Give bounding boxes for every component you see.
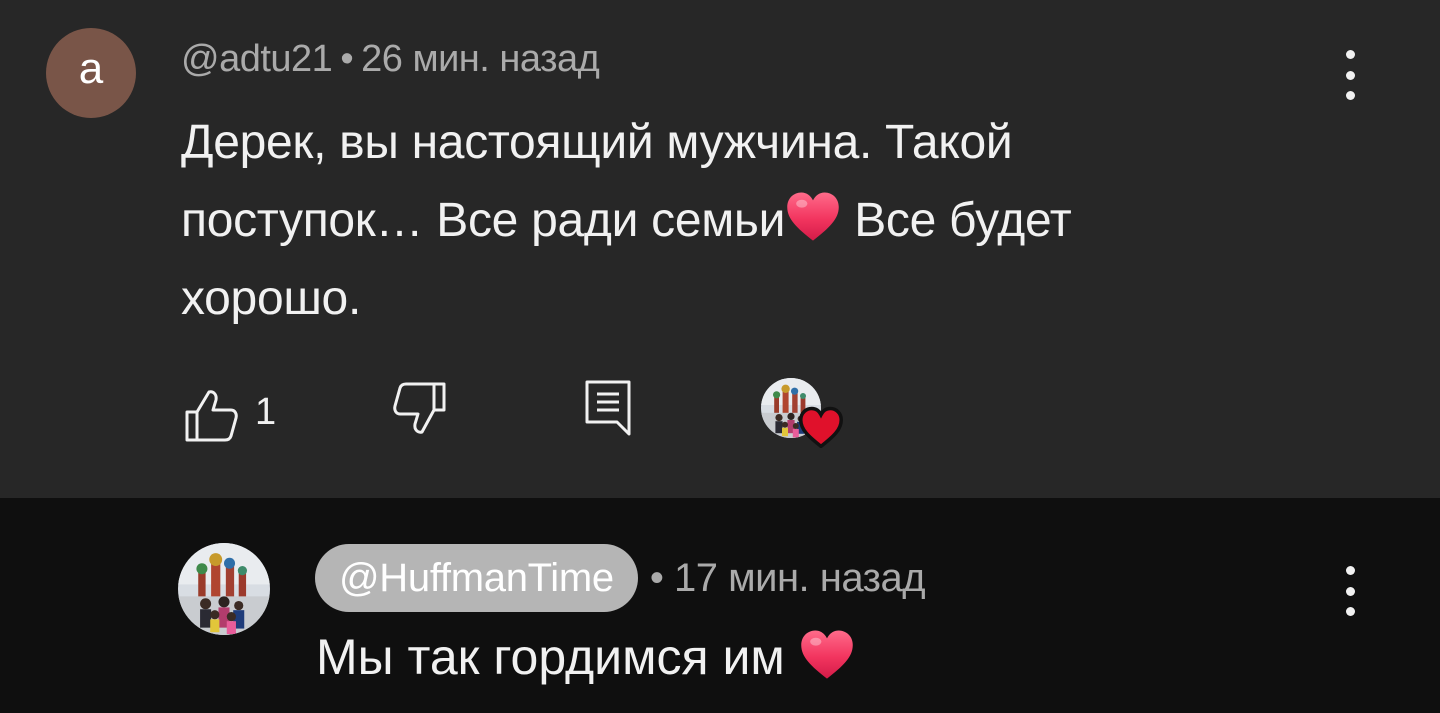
like-count: 1 <box>255 391 277 433</box>
reply-author-chip[interactable]: @HuffmanTime <box>315 544 638 612</box>
reply-body: Мы так гордимся им <box>316 624 855 690</box>
heart-icon <box>799 626 855 682</box>
comment-meta: @adtu21 • 26 мин. назад <box>181 38 600 81</box>
reply-icon[interactable] <box>583 378 633 438</box>
avatar[interactable]: a <box>46 28 136 118</box>
comment-time: 26 мин. назад <box>361 38 600 80</box>
reply-time-line: • 17 мин. назад <box>649 555 926 601</box>
more-vert-icon[interactable] <box>1343 566 1357 616</box>
reply-time: 17 мин. назад <box>674 555 926 600</box>
creator-heart-badge <box>761 378 843 452</box>
more-vert-icon[interactable] <box>1343 50 1357 100</box>
heart-icon <box>785 188 841 244</box>
reply-meta: @HuffmanTime • 17 мин. назад <box>315 544 926 612</box>
meta-separator: • <box>340 38 354 80</box>
heart-icon <box>799 406 843 448</box>
avatar[interactable] <box>178 543 270 635</box>
avatar-letter: a <box>78 44 104 93</box>
comment-body: Дерек, вы настоящий мужчина. Такой посту… <box>181 104 1241 338</box>
thumb-up-icon[interactable] <box>183 388 239 444</box>
comment-author[interactable]: @adtu21 <box>181 38 333 80</box>
reply-text: Мы так гордимся им <box>316 629 799 685</box>
thumb-down-icon[interactable] <box>392 380 448 436</box>
meta-separator: • <box>649 555 664 600</box>
